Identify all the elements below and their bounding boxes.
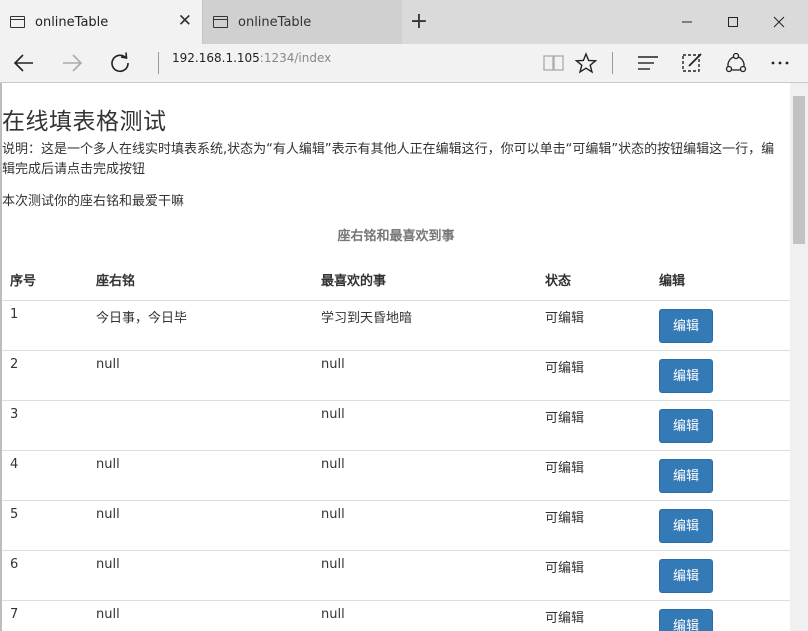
edit-button[interactable]: 编辑 [659,409,713,443]
row-favorite: null [313,350,537,401]
row-status: 可编辑 [537,350,651,401]
minimize-icon[interactable] [664,0,710,44]
row-status: 可编辑 [537,550,651,601]
tab-page-icon [213,16,228,28]
scrollbar-thumb[interactable] [793,96,805,244]
row-motto: null [88,350,313,401]
row-id: 1 [2,300,88,351]
tab-title: onlineTable [238,14,312,30]
header-motto: 座右铭 [88,258,313,301]
row-edit-cell: 编辑 [651,600,790,631]
edit-button[interactable]: 编辑 [659,559,713,593]
row-id: 5 [2,500,88,551]
header-id: 序号 [2,258,88,301]
row-edit-cell: 编辑 [651,350,790,401]
row-favorite: null [313,450,537,501]
tab-bar: onlineTable ✕ onlineTable + [0,0,808,44]
favorite-star-icon[interactable] [566,44,606,82]
row-id: 3 [2,400,88,451]
row-motto: null [88,600,313,631]
share-icon[interactable] [716,44,756,82]
data-table: 座右铭和最喜欢到事 序号 座右铭 最喜欢的事 状态 编辑 1 今日事，今日毕 学… [2,226,790,631]
nav-bar: 192.168.1.105:1234/index [0,44,808,83]
row-edit-cell: 编辑 [651,400,790,451]
table-row: 5 null null 可编辑 编辑 [2,500,790,551]
row-edit-cell: 编辑 [651,500,790,551]
address-path: :1234/index [259,51,332,65]
back-icon[interactable] [4,44,44,82]
tab-page-icon [10,16,25,28]
row-id: 7 [2,600,88,631]
row-motto: 今日事，今日毕 [88,300,313,351]
row-id: 2 [2,350,88,401]
header-status: 状态 [537,258,651,301]
divider [158,52,159,74]
new-tab-icon[interactable]: + [405,8,433,36]
edit-button[interactable]: 编辑 [659,459,713,493]
row-motto: null [88,550,313,601]
page-title: 在线填表格测试 [2,109,167,135]
test-note: 本次测试你的座右铭和最爱干嘛 [2,194,185,209]
address-bar[interactable]: 192.168.1.105:1234/index [172,44,331,82]
close-icon[interactable]: ✕ [178,11,192,31]
row-favorite: null [313,550,537,601]
refresh-icon[interactable] [100,44,140,82]
table-row: 4 null null 可编辑 编辑 [2,450,790,501]
header-favorite: 最喜欢的事 [313,258,537,301]
row-id: 6 [2,550,88,601]
row-edit-cell: 编辑 [651,550,790,601]
tab-active[interactable]: onlineTable ✕ [0,0,202,44]
edit-button[interactable]: 编辑 [659,609,713,631]
maximize-icon[interactable] [710,0,756,44]
row-motto: null [88,450,313,501]
row-motto: null [88,500,313,551]
header-edit: 编辑 [651,258,790,301]
row-motto [88,400,313,451]
row-status: 可编辑 [537,500,651,551]
row-status: 可编辑 [537,450,651,501]
web-note-icon[interactable] [672,44,712,82]
more-icon[interactable] [760,44,800,82]
description: 说明：这是一个多人在线实时填表系统,状态为“有人编辑”表示有其他人正在编辑这行，… [2,142,775,177]
table-row: 6 null null 可编辑 编辑 [2,550,790,601]
edit-button[interactable]: 编辑 [659,309,713,343]
window-close-icon[interactable] [756,0,802,44]
row-favorite: null [313,600,537,631]
row-favorite: 学习到天昏地暗 [313,300,537,351]
table-row: 2 null null 可编辑 编辑 [2,350,790,401]
row-favorite: null [313,400,537,451]
tab-title: onlineTable [35,14,109,30]
table-caption: 座右铭和最喜欢到事 [337,229,455,244]
row-status: 可编辑 [537,600,651,631]
row-status: 可编辑 [537,400,651,451]
address-host: 192.168.1.105 [172,51,260,65]
table-header-row: 序号 座右铭 最喜欢的事 状态 编辑 [2,258,790,301]
table-row: 1 今日事，今日毕 学习到天昏地暗 可编辑 编辑 [2,300,790,351]
table-row: 3 null 可编辑 编辑 [2,400,790,451]
page-content: 在线填表格测试 说明：这是一个多人在线实时填表系统,状态为“有人编辑”表示有其他… [0,83,790,631]
row-favorite: null [313,500,537,551]
table-row: 7 null null 可编辑 编辑 [2,600,790,631]
divider [612,52,613,74]
row-edit-cell: 编辑 [651,450,790,501]
edit-button[interactable]: 编辑 [659,359,713,393]
tab-inactive[interactable]: onlineTable [202,0,402,44]
forward-icon[interactable] [52,44,92,82]
hub-icon[interactable] [628,44,668,82]
edit-button[interactable]: 编辑 [659,509,713,543]
row-id: 4 [2,450,88,501]
row-status: 可编辑 [537,300,651,351]
row-edit-cell: 编辑 [651,300,790,351]
